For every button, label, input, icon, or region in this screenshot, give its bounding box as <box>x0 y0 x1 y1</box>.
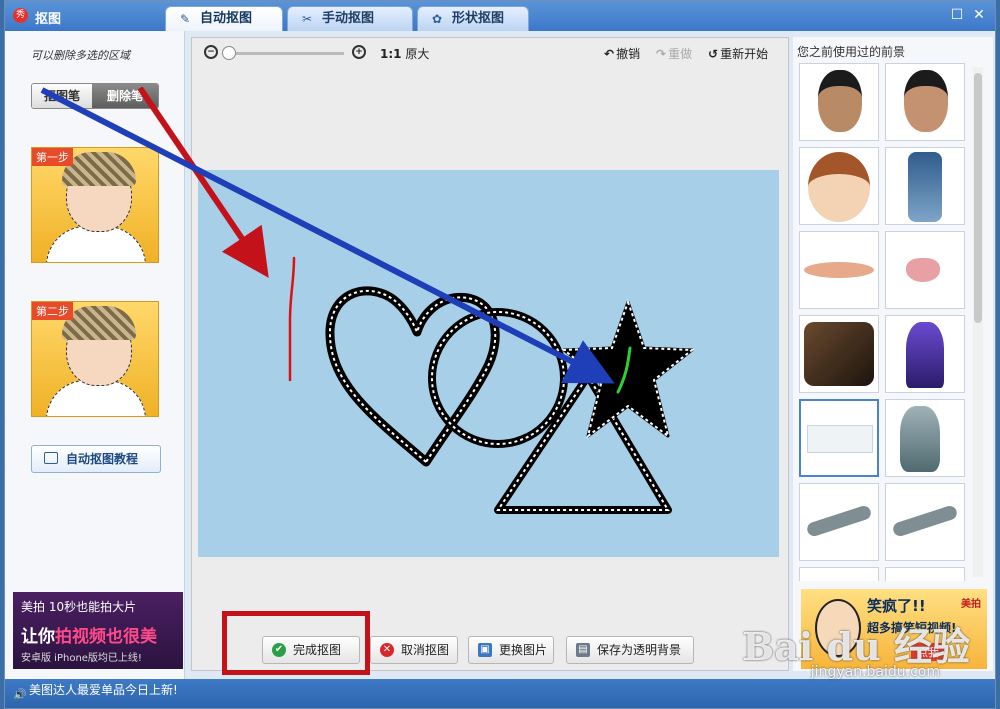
foreground-thumb[interactable] <box>885 567 965 581</box>
right-panel: 您之前使用过的前景 笑疯了!! 超多搞笑短视频! 点我 美拍 <box>793 37 993 671</box>
cutout-brush-button[interactable]: 抠图笔 <box>32 84 92 108</box>
canvas-shapes <box>288 256 695 514</box>
red-brush-stroke <box>288 256 296 382</box>
foreground-thumb-selected[interactable] <box>799 399 879 477</box>
recent-foregrounds-grid <box>799 63 971 581</box>
cancel-cutout-button[interactable]: ✕ 取消抠图 <box>370 636 458 664</box>
foreground-thumb[interactable] <box>799 147 879 225</box>
foreground-thumb[interactable] <box>799 567 879 581</box>
foreground-thumb[interactable] <box>885 483 965 561</box>
tutorial-label: 自动抠图教程 <box>66 452 139 466</box>
editor-area: − + 1:1 原大 ↶ 撤销 ↷ 重做 ↺ 重新开始 ✔ 完成抠图 ✕ 取消抠… <box>191 37 789 671</box>
tutorial-highlight-box <box>222 611 370 675</box>
scissors-icon: ✂ <box>302 12 313 26</box>
watermark: Bai du 经验 <box>742 624 970 669</box>
zoom-out-icon[interactable]: − <box>204 45 218 59</box>
ad-brand: 美拍 <box>961 599 981 610</box>
ad-line2: 让你拍视频也很美 <box>21 627 157 647</box>
brush-icon: ✎ <box>180 12 191 26</box>
zoom-slider[interactable] <box>228 52 344 55</box>
tab-label: 手动抠图 <box>322 11 375 26</box>
recent-foregrounds-title: 您之前使用过的前景 <box>797 45 906 59</box>
app-window: 秀 抠图 ✎ 自动抠图 ✂ 手动抠图 ✿ 形状抠图 ☐ ✕ 可以删除多选的区域 … <box>4 0 996 709</box>
book-icon <box>44 452 58 464</box>
redo-button[interactable]: ↷ 重做 <box>656 45 692 62</box>
step1-example: 第一步 <box>31 147 159 263</box>
undo-icon: ↶ <box>604 47 615 61</box>
redo-icon: ↷ <box>656 47 667 61</box>
step-badge: 第二步 <box>32 302 73 320</box>
meipai-ad-left[interactable]: 美拍 10秒也能拍大片 让你拍视频也很美 安卓版 iPhone版均已上线! <box>13 592 183 669</box>
zoom-slider-knob[interactable] <box>222 46 236 60</box>
hint-text: 可以删除多选的区域 <box>31 49 130 62</box>
tutorial-button[interactable]: 自动抠图教程 <box>31 445 161 473</box>
step2-example: 第二步 <box>31 301 159 417</box>
example-hat <box>62 152 136 186</box>
actual-size-button[interactable]: 1:1 原大 <box>380 45 429 62</box>
foreground-thumb[interactable] <box>799 231 879 309</box>
undo-button[interactable]: ↶ 撤销 <box>604 45 640 62</box>
close-button[interactable]: ✕ <box>971 7 987 23</box>
erase-brush-button[interactable]: 删除笔 <box>92 84 158 108</box>
restart-button[interactable]: ↺ 重新开始 <box>708 45 768 62</box>
scrollbar-thumb[interactable] <box>974 73 982 323</box>
image-icon: ▣ <box>478 643 492 657</box>
foreground-thumb[interactable] <box>799 63 879 141</box>
shape-icon: ✿ <box>432 12 443 26</box>
thumbs-scrollbar[interactable] <box>973 67 983 577</box>
tab-manual-cutout[interactable]: ✂ 手动抠图 <box>287 6 413 31</box>
restart-icon: ↺ <box>708 47 719 61</box>
foreground-thumb[interactable] <box>885 63 965 141</box>
cancel-icon: ✕ <box>380 643 394 657</box>
foreground-thumb[interactable] <box>799 483 879 561</box>
tab-shape-cutout[interactable]: ✿ 形状抠图 <box>417 6 529 31</box>
step-badge: 第一步 <box>32 148 73 166</box>
window-title: 抠图 <box>35 12 62 27</box>
watermark-url: jingyan.baidu.com <box>810 664 940 680</box>
status-text[interactable]: 美图达人最爱单品今日上新! <box>29 683 178 697</box>
example-hat <box>62 306 136 340</box>
cutout-canvas[interactable] <box>198 170 779 557</box>
foreground-thumb[interactable] <box>885 147 965 225</box>
tab-label: 自动抠图 <box>200 11 253 26</box>
editor-toolbar: − + 1:1 原大 ↶ 撤销 ↷ 重做 ↺ 重新开始 <box>192 38 788 68</box>
ad-line1: 美拍 10秒也能拍大片 <box>21 600 137 614</box>
foreground-thumb[interactable] <box>885 231 965 309</box>
maximize-button[interactable]: ☐ <box>949 7 965 23</box>
left-panel: 可以删除多选的区域 抠图笔 删除笔 第一步 第二步 自动抠图教程 美拍 10秒也… <box>5 31 185 679</box>
change-image-button[interactable]: ▣ 更换图片 <box>468 636 554 664</box>
tab-auto-cutout[interactable]: ✎ 自动抠图 <box>165 6 283 31</box>
speaker-icon: 🔊 <box>13 688 27 701</box>
save-icon: ▤ <box>576 643 590 657</box>
ad-line3: 安卓版 iPhone版均已上线! <box>21 653 142 664</box>
app-logo: 秀 <box>13 8 28 23</box>
save-transparent-button[interactable]: ▤ 保存为透明背景 <box>566 636 694 664</box>
foreground-thumb[interactable] <box>799 315 879 393</box>
tab-label: 形状抠图 <box>452 11 505 26</box>
foreground-thumb[interactable] <box>885 315 965 393</box>
foreground-thumb[interactable] <box>885 399 965 477</box>
brush-mode-toggle: 抠图笔 删除笔 <box>31 83 159 109</box>
status-bar: 🔊 美图达人最爱单品今日上新! <box>5 679 995 708</box>
zoom-in-icon[interactable]: + <box>352 45 366 59</box>
ad-title: 笑疯了!! <box>867 597 926 615</box>
title-bar: 秀 抠图 ✎ 自动抠图 ✂ 手动抠图 ✿ 形状抠图 ☐ ✕ <box>5 1 995 31</box>
